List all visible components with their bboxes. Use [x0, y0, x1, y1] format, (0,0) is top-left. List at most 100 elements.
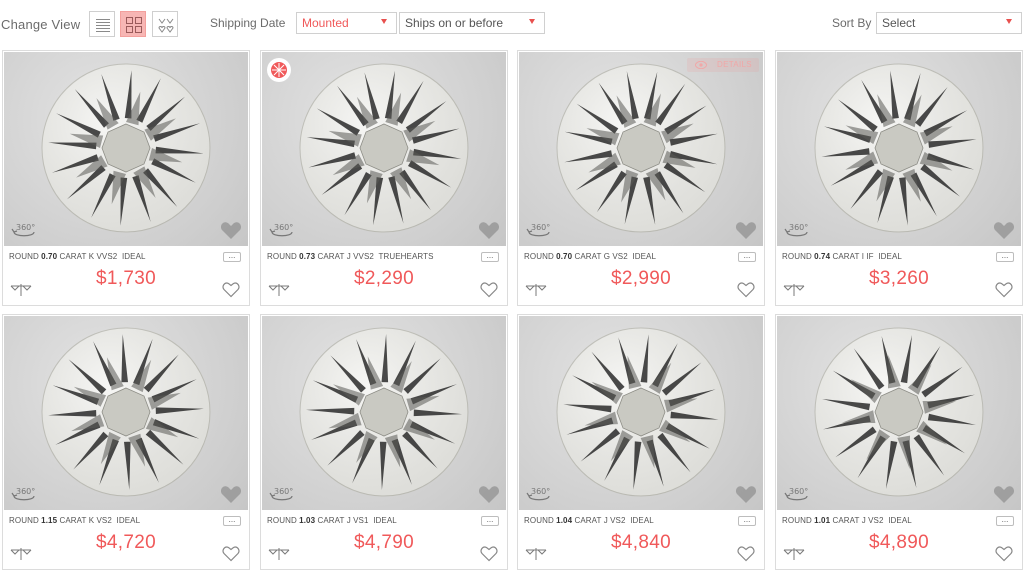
- product-card[interactable]: 360° ROUND 0.74 CARAT I IF IDEAL... $3,260: [775, 50, 1023, 306]
- compare-icon[interactable]: [525, 284, 547, 296]
- product-card[interactable]: 360° ROUND 1.01 CARAT J VS2 IDEAL... $4,89…: [775, 314, 1023, 570]
- heart-icon[interactable]: [737, 281, 755, 298]
- heart-icon[interactable]: [480, 281, 498, 298]
- carat-label: CARAT: [59, 252, 87, 261]
- color-grade: J: [346, 516, 351, 525]
- clarity-grade: VS2: [96, 516, 112, 525]
- more-options-button[interactable]: ...: [738, 252, 756, 262]
- product-description: ROUND 1.01 CARAT J VS2 IDEAL: [782, 516, 912, 525]
- heart-icon[interactable]: [737, 545, 755, 562]
- compare-icon[interactable]: [268, 284, 290, 296]
- product-image[interactable]: 360° DETAILS: [519, 52, 763, 246]
- more-options-button[interactable]: ...: [223, 252, 241, 262]
- change-view-label: Change View: [1, 17, 81, 32]
- rotate-360-icon[interactable]: 360°: [269, 483, 295, 503]
- svg-text:360°: 360°: [531, 223, 550, 232]
- compare-icon[interactable]: [268, 548, 290, 560]
- more-icon: ...: [228, 515, 236, 524]
- product-description: ROUND 1.04 CARAT J VS2 IDEAL: [524, 516, 654, 525]
- heart-icon[interactable]: [995, 545, 1013, 562]
- heart-watermark-icon: [478, 486, 500, 503]
- svg-text:360°: 360°: [789, 487, 808, 496]
- svg-text:360°: 360°: [274, 223, 293, 232]
- product-card[interactable]: 360° ROUND 0.73 CARAT J VVS2 TRUEHEARTS..…: [260, 50, 508, 306]
- more-icon: ...: [486, 251, 494, 260]
- heart-icon[interactable]: [995, 281, 1013, 298]
- chevron-down-icon: [381, 19, 387, 24]
- product-description: ROUND 0.74 CARAT I IF IDEAL: [782, 252, 902, 261]
- compare-icon[interactable]: [783, 548, 805, 560]
- product-image[interactable]: 360°: [262, 316, 506, 510]
- compare-icon[interactable]: [10, 548, 32, 560]
- more-options-button[interactable]: ...: [738, 516, 756, 526]
- cut-grade: IDEAL: [878, 252, 902, 261]
- rotate-360-icon[interactable]: 360°: [269, 219, 295, 239]
- rotate-360-icon[interactable]: 360°: [526, 483, 552, 503]
- sort-by-label: Sort By: [832, 16, 872, 30]
- product-image[interactable]: 360°: [777, 316, 1021, 510]
- hearts-view-button[interactable]: [152, 11, 178, 37]
- product-card[interactable]: 360° ROUND 1.15 CARAT K VS2 IDEAL... $4,72…: [2, 314, 250, 570]
- clarity-grade: VVS2: [96, 252, 118, 261]
- more-options-button[interactable]: ...: [481, 252, 499, 262]
- more-options-button[interactable]: ...: [223, 516, 241, 526]
- heart-icon[interactable]: [480, 545, 498, 562]
- product-description: ROUND 1.03 CARAT J VS1 IDEAL: [267, 516, 397, 525]
- color-grade: G: [603, 252, 611, 261]
- more-options-button[interactable]: ...: [996, 516, 1014, 526]
- product-image[interactable]: 360°: [777, 52, 1021, 246]
- product-card[interactable]: 360° DETAILS ROUND 0.70 CARAT G VS2 IDEAL.…: [517, 50, 765, 306]
- compare-icon[interactable]: [10, 284, 32, 296]
- grid-view-button[interactable]: [120, 11, 146, 37]
- rotate-360-icon[interactable]: 360°: [526, 219, 552, 239]
- rotate-360-icon[interactable]: 360°: [11, 483, 37, 503]
- sort-by-select[interactable]: Select: [876, 12, 1022, 34]
- details-button[interactable]: DETAILS: [687, 58, 759, 72]
- heart-icon[interactable]: [222, 281, 240, 298]
- product-image[interactable]: 360°: [4, 316, 248, 510]
- color-grade: J: [603, 516, 608, 525]
- cut-grade: IDEAL: [116, 516, 141, 525]
- more-options-button[interactable]: ...: [481, 516, 499, 526]
- heart-icon[interactable]: [222, 545, 240, 562]
- clarity-grade: VVS2: [353, 252, 374, 261]
- rotate-360-icon[interactable]: 360°: [11, 219, 37, 239]
- carat-value: 1.15: [41, 516, 58, 525]
- more-icon: ...: [228, 251, 236, 260]
- clarity-grade: IF: [866, 252, 874, 261]
- svg-text:360°: 360°: [16, 487, 35, 496]
- svg-text:360°: 360°: [274, 487, 293, 496]
- product-image[interactable]: 360°: [519, 316, 763, 510]
- clarity-grade: VS1: [353, 516, 369, 525]
- more-options-button[interactable]: ...: [996, 252, 1014, 262]
- carat-label: CARAT: [574, 252, 602, 261]
- color-grade: I: [861, 252, 865, 261]
- details-label: DETAILS: [717, 60, 752, 69]
- more-icon: ...: [1001, 251, 1009, 260]
- heart-watermark-icon: [478, 222, 500, 239]
- diamond-image: [299, 63, 469, 233]
- price: $1,730: [96, 268, 156, 289]
- more-icon: ...: [1001, 515, 1009, 524]
- diamond-image: [41, 327, 211, 497]
- product-card[interactable]: 360° ROUND 0.70 CARAT K VVS2 IDEAL... $1,7…: [2, 50, 250, 306]
- cut-grade: IDEAL: [888, 516, 912, 525]
- rotate-360-icon[interactable]: 360°: [784, 219, 810, 239]
- product-image[interactable]: 360°: [262, 52, 506, 246]
- product-image[interactable]: 360°: [4, 52, 248, 246]
- product-card[interactable]: 360° ROUND 1.04 CARAT J VS2 IDEAL... $4,84…: [517, 314, 765, 570]
- compare-icon[interactable]: [783, 284, 805, 296]
- price: $2,990: [611, 268, 671, 289]
- more-icon: ...: [743, 251, 751, 260]
- diamond-image: [814, 63, 984, 233]
- rotate-360-icon[interactable]: 360°: [784, 483, 810, 503]
- carat-label: CARAT: [832, 252, 860, 261]
- carat-value: 0.73: [299, 252, 316, 261]
- svg-text:360°: 360°: [789, 223, 808, 232]
- list-view-button[interactable]: [89, 11, 115, 37]
- heart-watermark-icon: [220, 222, 242, 239]
- ships-on-before-select[interactable]: Ships on or before: [399, 12, 545, 34]
- compare-icon[interactable]: [525, 548, 547, 560]
- product-card[interactable]: 360° ROUND 1.03 CARAT J VS1 IDEAL... $4,79…: [260, 314, 508, 570]
- shipping-mode-select[interactable]: Mounted: [296, 12, 397, 34]
